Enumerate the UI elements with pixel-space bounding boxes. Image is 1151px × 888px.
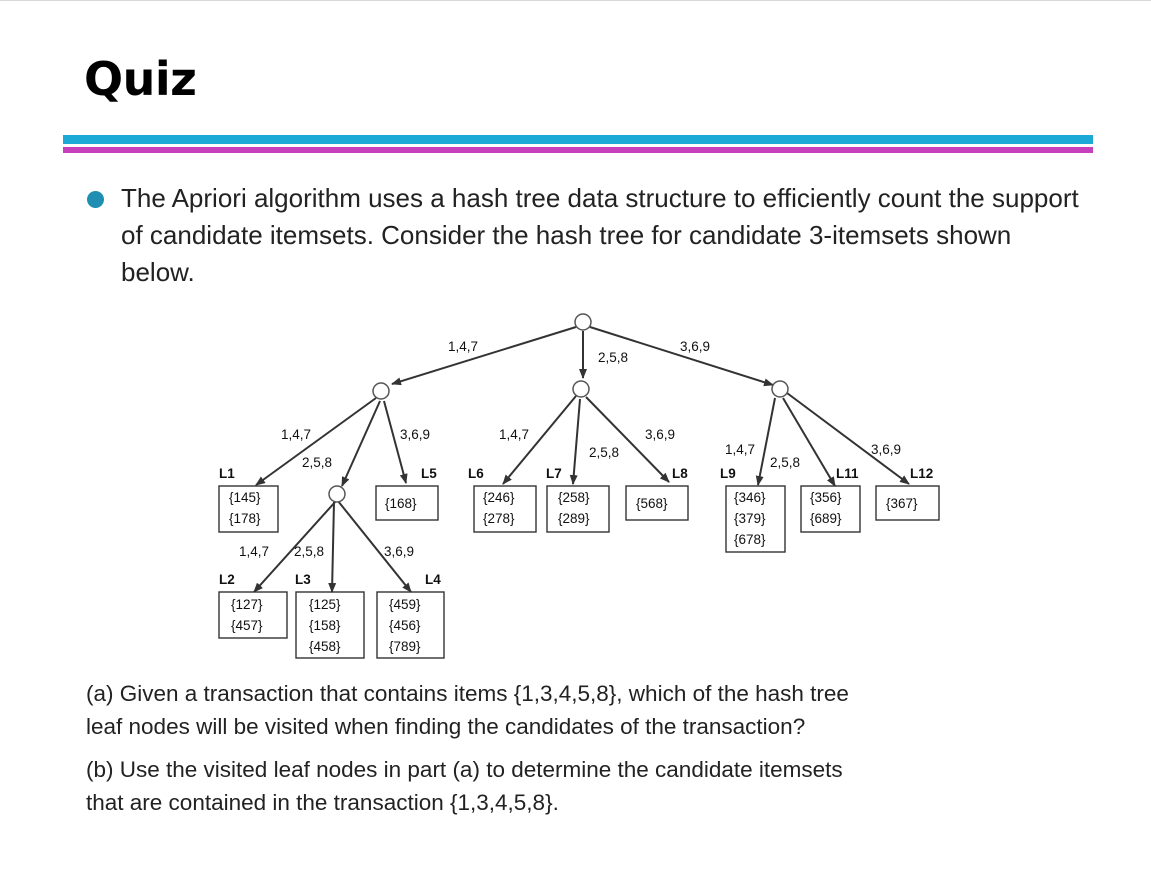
- leaf-item: {289}: [558, 511, 590, 526]
- edge-d-left: [755, 397, 776, 486]
- leaf-item: {458}: [309, 639, 341, 654]
- leaf-name-L4: L4: [425, 572, 441, 587]
- leaf-name-L3: L3: [295, 572, 311, 587]
- edge-label: 2,5,8: [302, 455, 332, 470]
- question-b-line1: (b) Use the visited leaf nodes in part (…: [86, 757, 843, 782]
- leaf-item: {459}: [389, 597, 421, 612]
- internal-node-b: [572, 380, 590, 398]
- leaf-name-L5: L5: [421, 466, 437, 481]
- slide: Quiz The Apriori algorithm uses a hash t…: [0, 0, 1151, 888]
- leaf-item: {127}: [231, 597, 263, 612]
- edge-label: 3,6,9: [400, 427, 430, 442]
- edge-label: 1,4,7: [281, 427, 311, 442]
- internal-node-c: [328, 485, 346, 503]
- leaf-item: {457}: [231, 618, 263, 633]
- leaf-item: {125}: [309, 597, 341, 612]
- leaf-item: {258}: [558, 490, 590, 505]
- edge-b-mid: [569, 398, 581, 485]
- edge-label: 1,4,7: [499, 427, 529, 442]
- leaf-item: {145}: [229, 490, 261, 505]
- leaf-item: {379}: [734, 511, 766, 526]
- leaf-name-L2: L2: [219, 572, 235, 587]
- edge-label: 1,4,7: [448, 339, 478, 354]
- leaf-item: {158}: [309, 618, 341, 633]
- edge-label: 2,5,8: [294, 544, 324, 559]
- leaf-item: {178}: [229, 511, 261, 526]
- question-a: (a) Given a transaction that contains it…: [86, 677, 1116, 743]
- edge-label: 3,6,9: [645, 427, 675, 442]
- edge-label: 3,6,9: [871, 442, 901, 457]
- leaf-name-L11: L11: [836, 466, 859, 481]
- leaf-item: {246}: [483, 490, 515, 505]
- internal-node-d: [771, 380, 789, 398]
- edge-a-left: [255, 397, 377, 486]
- leaf-name-L1: L1: [219, 466, 235, 481]
- question-b: (b) Use the visited leaf nodes in part (…: [86, 753, 1116, 819]
- edge-a-mid: [341, 400, 381, 487]
- edge-a-right: [383, 400, 408, 484]
- leaf-item: {367}: [886, 496, 918, 511]
- leaf-name-L12: L12: [910, 466, 933, 481]
- edge-label: 1,4,7: [725, 442, 755, 457]
- leaf-item: {678}: [734, 532, 766, 547]
- edge-label: 2,5,8: [770, 455, 800, 470]
- question-b-line2: that are contained in the transaction {1…: [86, 790, 559, 815]
- leaf-item: {568}: [636, 496, 668, 511]
- leaf-name-L7: L7: [546, 466, 562, 481]
- edge-label: 3,6,9: [680, 339, 710, 354]
- edge-c-mid: [328, 501, 337, 593]
- edge-d-mid: [782, 397, 836, 487]
- leaf-item: {356}: [810, 490, 842, 505]
- leaf-item: {346}: [734, 490, 766, 505]
- internal-node-a: [372, 382, 390, 400]
- leaf-name-L8: L8: [672, 466, 688, 481]
- leaf-item: {689}: [810, 511, 842, 526]
- question-a-line2: leaf nodes will be visited when finding …: [86, 714, 806, 739]
- question-a-line1: (a) Given a transaction that contains it…: [86, 681, 849, 706]
- leaf-item: {168}: [385, 496, 417, 511]
- edge-root-left: [391, 326, 577, 386]
- leaf-item: {278}: [483, 511, 515, 526]
- leaf-item: {456}: [389, 618, 421, 633]
- edge-label: 1,4,7: [239, 544, 269, 559]
- edge-label: 3,6,9: [384, 544, 414, 559]
- root-node: [574, 313, 592, 331]
- edge-label: 2,5,8: [589, 445, 619, 460]
- leaf-name-L9: L9: [720, 466, 736, 481]
- leaf-name-L6: L6: [468, 466, 484, 481]
- edge-label: 2,5,8: [598, 350, 628, 365]
- leaf-item: {789}: [389, 639, 421, 654]
